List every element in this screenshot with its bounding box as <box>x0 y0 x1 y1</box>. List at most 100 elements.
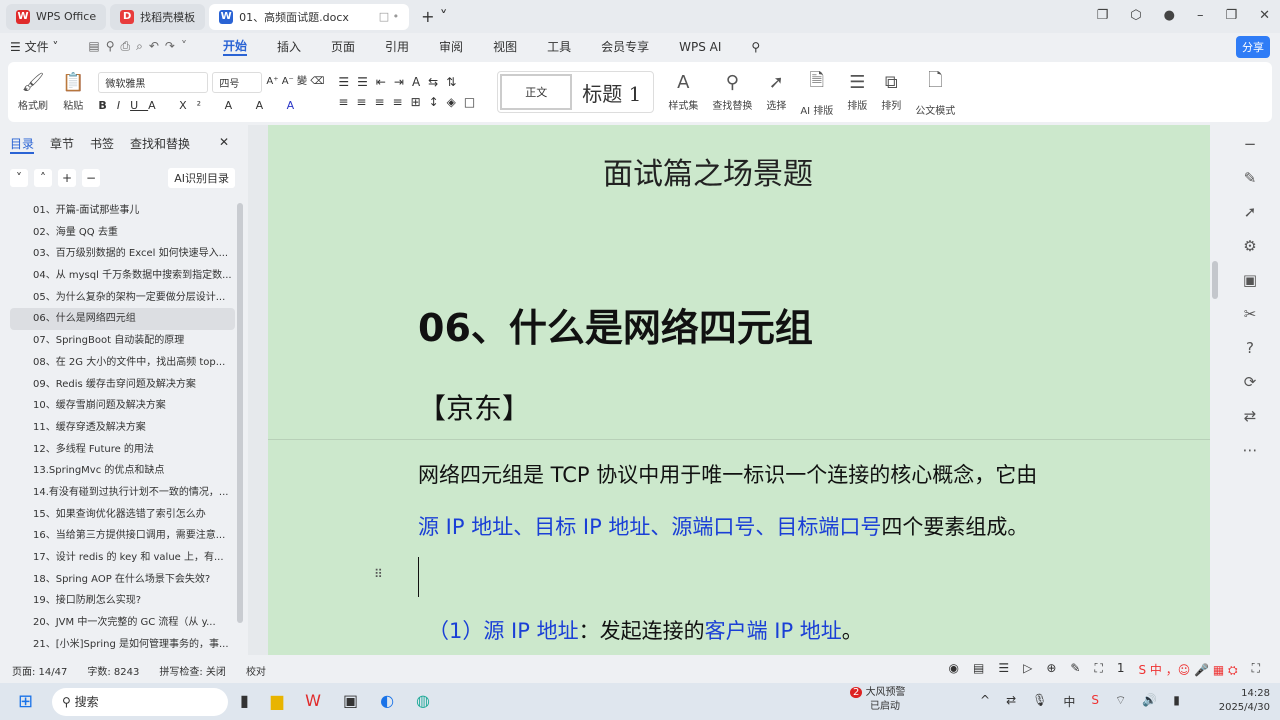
mic-icon[interactable]: 🎙 <box>1032 693 1047 710</box>
tools-icon[interactable]: ✂ <box>1244 305 1257 323</box>
menu-page[interactable]: 页面 <box>331 38 355 55</box>
ime-icon[interactable]: 中 <box>1063 693 1075 710</box>
fit-icon[interactable]: ⛶ <box>1094 661 1102 678</box>
arrange-button[interactable]: ⧉ 排列 <box>881 72 901 112</box>
image-app-icon[interactable]: ▣ <box>343 691 358 710</box>
tab-wps-office[interactable]: W WPS Office <box>6 3 107 30</box>
outline-icon[interactable]: ☰ <box>998 661 1009 678</box>
sogou-icon[interactable]: S <box>1091 693 1099 710</box>
browser-icon[interactable]: ◐ <box>380 691 394 710</box>
chevron-up-icon[interactable]: ^ <box>980 693 990 710</box>
toc-item[interactable]: 08、在 2G 大小的文件中，找出高频 top... <box>0 352 235 374</box>
tab-dot-icon[interactable]: □ • <box>379 10 399 23</box>
wifi-icon[interactable]: ⌔ <box>1115 693 1126 710</box>
search-icon[interactable]: ⚲ <box>751 40 760 54</box>
toc-item[interactable]: 20、JVM 中一次完整的 GC 流程（从 y... <box>0 612 235 634</box>
help-icon[interactable]: ? <box>1246 339 1254 357</box>
windows-start-icon[interactable]: ⊞ <box>18 691 33 712</box>
toc-item[interactable]: 21、[小米]Spring 是如何管理事务的，事... <box>0 634 235 656</box>
menu-insert[interactable]: 插入 <box>277 38 301 55</box>
toc-item[interactable]: 19、接口防刷怎么实现? <box>0 590 235 612</box>
refresh-icon[interactable]: ⟳ <box>1244 373 1257 391</box>
weather-widget[interactable]: 2 大风预警 已启动 <box>850 686 906 714</box>
doc-mode-button[interactable]: 🗋 公文模式 <box>915 68 955 117</box>
toc-item[interactable]: 05、为什么复杂的架构一定要做分层设计... <box>0 287 235 309</box>
format-painter-button[interactable]: 🖌 格式刷 <box>18 72 48 112</box>
layout-button[interactable]: ☰ 排版 <box>847 72 867 112</box>
minus-icon[interactable]: − <box>1244 135 1257 153</box>
menu-view[interactable]: 视图 <box>493 38 517 55</box>
battery-icon[interactable]: ▮ <box>1173 693 1180 710</box>
menu-wps-ai[interactable]: WPS AI <box>679 40 721 54</box>
tab-docer-templates[interactable]: D 找稻壳模板 <box>110 3 206 30</box>
cube-icon[interactable]: ⬡ <box>1130 8 1141 23</box>
page-view-icon[interactable]: ▤ <box>973 661 984 678</box>
pen-icon[interactable]: ✎ <box>1244 169 1257 187</box>
volume-icon[interactable]: 🔊 <box>1142 693 1157 710</box>
ime-icon[interactable]: S 中 ，☺ 🎤 ▦ ⛭ <box>1139 661 1238 678</box>
wps-icon[interactable]: W <box>305 691 321 710</box>
minus-icon[interactable]: − <box>82 169 100 187</box>
quick-access-icons[interactable]: ▤⚲⎙⌕↶↷˅ <box>88 39 193 54</box>
scroll-thumb[interactable] <box>1212 261 1218 299</box>
pen-icon[interactable]: ✎ <box>1070 661 1080 678</box>
globe-icon[interactable]: ◍ <box>416 691 430 710</box>
toc-item[interactable]: 18、Spring AOP 在什么场景下会失效? <box>0 569 235 591</box>
image-icon[interactable]: ▣ <box>1243 271 1257 289</box>
cursor-icon[interactable]: ➚ <box>1244 203 1257 221</box>
toc-item[interactable]: 06、什么是网络四元组 <box>10 308 235 331</box>
window-icon[interactable]: ❐ <box>1097 8 1109 23</box>
toc-item[interactable]: 14.有没有碰到过执行计划不一致的情况，... <box>0 482 235 504</box>
menu-references[interactable]: 引用 <box>385 38 409 55</box>
style-heading1[interactable]: 标题 1 <box>572 78 651 107</box>
file-menu[interactable]: ☰ 文件 ˅ <box>10 38 58 55</box>
page-count[interactable]: 页面: 14/47 <box>12 663 67 678</box>
style-gallery[interactable]: 正文 标题 1 <box>497 71 655 113</box>
paste-button[interactable]: 📋 粘贴 <box>62 72 84 112</box>
zoom-level[interactable]: 1 <box>1117 661 1125 678</box>
menu-tools[interactable]: 工具 <box>547 38 571 55</box>
sliders-icon[interactable]: ⚙ <box>1243 237 1256 255</box>
eye-icon[interactable]: ◉ <box>949 661 959 678</box>
restore-icon[interactable]: ❐ <box>1225 8 1237 23</box>
ai-toc-button[interactable]: AI识别目录 <box>168 168 235 188</box>
toc-item[interactable]: 04、从 mysql 千万条数据中搜索到指定数... <box>0 265 235 287</box>
menu-member[interactable]: 会员专享 <box>601 38 649 55</box>
sidebar-tab-toc[interactable]: 目录 <box>10 135 35 154</box>
menu-home[interactable]: 开始 <box>222 37 247 56</box>
chevron-down-icon[interactable]: ˅ <box>10 169 28 187</box>
minimize-icon[interactable]: – <box>1197 8 1204 23</box>
sidebar-tab-bookmarks[interactable]: 书签 <box>90 135 114 154</box>
more-icon[interactable]: ⋯ <box>1243 441 1258 459</box>
text-format-icons[interactable]: BIUA X² A A A <box>98 99 324 112</box>
toc-item[interactable]: 01、开篇-面试那些事儿 <box>0 200 235 222</box>
avatar[interactable]: ● <box>1164 8 1175 23</box>
sidebar-scrollbar[interactable] <box>237 203 243 623</box>
toc-item[interactable]: 09、Redis 缓存击穿问题及解决方案 <box>0 374 235 396</box>
font-tools-icons[interactable]: A⁺ A⁻ 變 ⌫ <box>266 72 324 93</box>
network-icon[interactable]: ⇄ <box>1006 693 1016 710</box>
proofread[interactable]: 校对 <box>246 663 266 678</box>
play-icon[interactable]: ▷ <box>1023 661 1032 678</box>
close-icon[interactable]: ✕ <box>1259 8 1270 23</box>
drag-handle-icon[interactable]: ⠿ <box>374 567 383 581</box>
translate-icon[interactable]: ⇄ <box>1244 407 1257 425</box>
clock[interactable]: 14:28 2025/4/30 <box>1219 687 1270 715</box>
toc-item[interactable]: 10、缓存雪崩问题及解决方案 <box>0 395 235 417</box>
toc-item[interactable]: 02、海量 QQ 去重 <box>0 222 235 244</box>
taskbar-search[interactable]: ⚲ 搜索 <box>52 688 228 716</box>
web-icon[interactable]: ⊕ <box>1046 661 1056 678</box>
toc-item[interactable]: 16、当给第三方提供接口调用，需要注意... <box>0 525 235 547</box>
close-icon[interactable]: ✕ <box>219 135 229 154</box>
chevron-up-icon[interactable]: ˄ <box>34 169 52 187</box>
folder-icon[interactable]: ▆ <box>271 691 283 710</box>
spell-check[interactable]: 拼写检查: 关闭 <box>159 663 226 678</box>
sidebar-tab-chapters[interactable]: 章节 <box>50 135 74 154</box>
toc-item[interactable]: 15、如果查询优化器选错了索引怎么办 <box>0 504 235 526</box>
word-count[interactable]: 字数: 8243 <box>87 663 139 678</box>
paragraph-icons[interactable]: ☰☰⇤⇥A⇆⇅ ≡≡≡≡⊞↕◈□ <box>338 75 483 109</box>
document-scrollbar[interactable] <box>1210 125 1220 655</box>
find-replace-button[interactable]: ⚲ 查找替换 <box>712 72 752 112</box>
plus-icon[interactable]: + <box>58 169 76 187</box>
toc-item[interactable]: 11、缓存穿透及解决方案 <box>0 417 235 439</box>
